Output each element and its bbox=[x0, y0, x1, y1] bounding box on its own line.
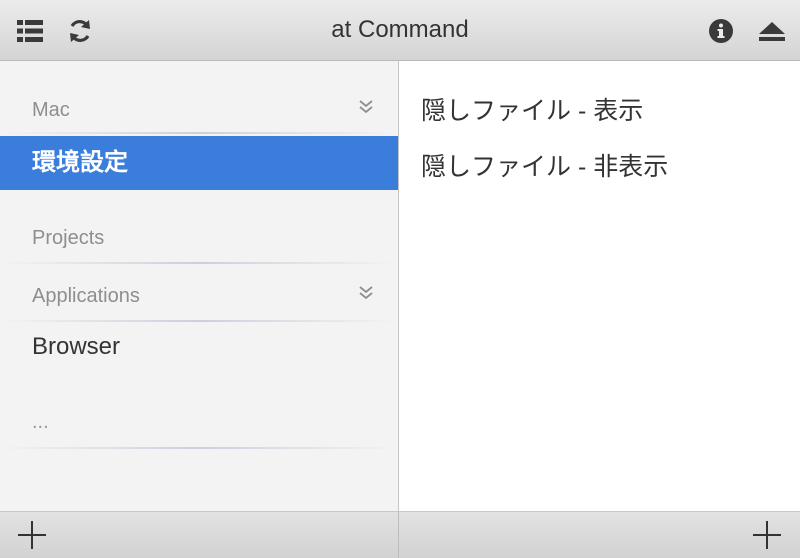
plus-icon[interactable] bbox=[17, 520, 47, 550]
section-header-mac[interactable]: Mac bbox=[0, 95, 398, 125]
content-footer bbox=[399, 511, 800, 558]
info-icon[interactable] bbox=[707, 17, 735, 45]
command-list: 隠しファイル - 表示 隠しファイル - 非表示 bbox=[399, 61, 800, 511]
sidebar-footer bbox=[0, 511, 399, 558]
chevron-down-icon[interactable] bbox=[358, 285, 374, 301]
divider bbox=[0, 320, 398, 322]
divider bbox=[0, 262, 398, 264]
app-window: at Command Mac 環境設定 Projects Application… bbox=[0, 0, 800, 558]
section-label: Mac bbox=[32, 99, 70, 121]
section-header-projects[interactable]: Projects bbox=[0, 223, 398, 253]
window-title: at Command bbox=[331, 16, 469, 43]
divider bbox=[0, 132, 398, 134]
plus-icon[interactable] bbox=[752, 520, 782, 550]
section-header-applications[interactable]: Applications bbox=[0, 281, 398, 311]
more-items[interactable]: ... bbox=[32, 411, 49, 434]
chevron-down-icon[interactable] bbox=[358, 99, 374, 115]
section-label: Projects bbox=[32, 227, 105, 249]
sidebar-item-browser[interactable]: Browser bbox=[0, 333, 398, 361]
command-item-show-hidden[interactable]: 隠しファイル - 表示 bbox=[421, 91, 643, 127]
section-label: Applications bbox=[32, 285, 140, 307]
sidebar-item-preferences[interactable]: 環境設定 bbox=[0, 136, 398, 190]
title-bar: at Command bbox=[0, 0, 800, 61]
eject-icon[interactable] bbox=[758, 17, 786, 45]
divider bbox=[0, 447, 398, 449]
sidebar: Mac 環境設定 Projects Applications Browser .… bbox=[0, 61, 399, 511]
command-item-hide-hidden[interactable]: 隠しファイル - 非表示 bbox=[421, 147, 668, 183]
